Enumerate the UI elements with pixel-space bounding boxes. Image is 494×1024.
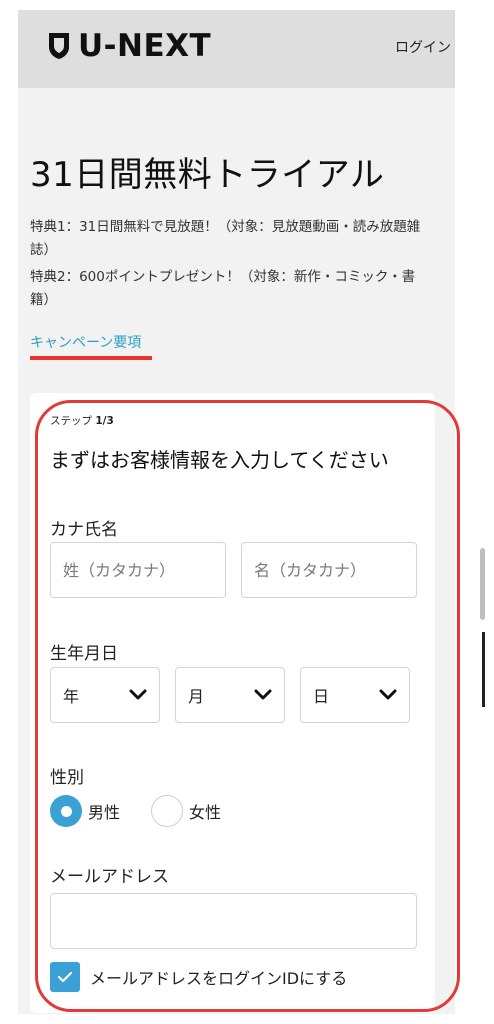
step-value: 1/3	[95, 415, 114, 427]
gender-label: 性別	[50, 768, 84, 788]
login-link[interactable]: ログイン	[395, 37, 451, 57]
birth-month-select[interactable]: 月	[175, 667, 285, 723]
birth-day-select[interactable]: 日	[300, 667, 410, 723]
chevron-down-icon	[254, 689, 272, 700]
login-id-checkbox-row[interactable]: メールアドレスをログインIDにする	[50, 962, 347, 992]
shield-logo-icon	[49, 33, 69, 59]
chevron-down-icon	[379, 689, 397, 700]
female-label[interactable]: 女性	[189, 799, 221, 823]
step-indicator: ステップ 1/3	[50, 413, 114, 428]
logo[interactable]: U-NEXT	[48, 28, 211, 64]
page-title: 31日間無料トライアル	[30, 155, 385, 195]
male-label[interactable]: 男性	[88, 799, 120, 823]
header: U-NEXT ログイン	[18, 10, 455, 88]
campaign-terms-link[interactable]: キャンペーン要項	[30, 332, 141, 352]
login-id-checkbox-label[interactable]: メールアドレスをログインIDにする	[90, 965, 347, 989]
birth-year-select[interactable]: 年	[50, 667, 160, 723]
first-name-kana-input[interactable]	[241, 542, 417, 598]
birthdate-label: 生年月日	[50, 644, 118, 664]
chevron-down-icon	[129, 689, 147, 700]
female-radio[interactable]	[151, 795, 184, 827]
birth-year-value: 年	[63, 687, 80, 706]
radio-selected-dot	[60, 805, 72, 817]
birth-month-value: 月	[188, 687, 205, 706]
step-label: ステップ	[50, 415, 92, 427]
login-id-checkbox[interactable]	[50, 962, 80, 992]
birth-day-value: 日	[313, 687, 330, 706]
logo-text: U-NEXT	[78, 28, 212, 64]
benefit-1-text: 特典1：31日間無料で見放題！（対象：見放題動画・読み放題雑誌）	[30, 219, 421, 258]
email-input[interactable]	[50, 893, 417, 949]
campaign-underline-annotation	[30, 356, 152, 360]
form-heading: まずはお客様情報を入力してください	[50, 448, 389, 472]
benefit-2-text: 特典2：600ポイントプレゼント！（対象：新作・コミック・書籍）	[30, 269, 416, 308]
email-label: メールアドレス	[50, 867, 169, 887]
gender-radio-group: 男性 女性	[50, 795, 221, 827]
checkmark-icon	[57, 971, 73, 983]
kana-name-label: カナ氏名	[50, 520, 118, 540]
last-name-kana-input[interactable]	[50, 542, 226, 598]
scroll-position-indicator	[482, 632, 485, 707]
male-radio[interactable]	[50, 795, 82, 827]
scrollbar-thumb[interactable]	[480, 548, 485, 620]
